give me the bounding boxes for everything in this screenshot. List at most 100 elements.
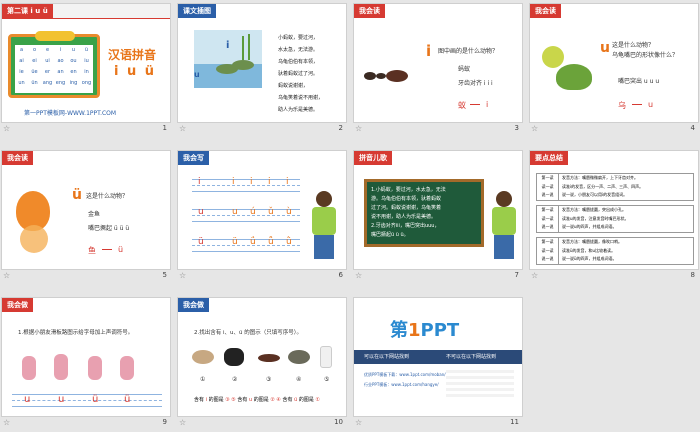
crow-icon: [224, 348, 244, 366]
slide-face: 第1PPT 可以在以下网站找到 不可以在以下网站找到 优质PPT模板下载：www…: [353, 297, 523, 417]
pair-left: 鱼: [88, 246, 96, 255]
teacher-icon: [488, 191, 520, 261]
star-icon[interactable]: ☆: [531, 124, 538, 133]
info-banner: 可以在以下网站找到 不可以在以下网站找到: [354, 350, 522, 364]
chalkboard: 1.小蚂蚁，要过河，水太急，无法 游。乌龟伯伯有本领，驮着蚂蚁 过了河。蚂蚁说谢…: [364, 179, 484, 247]
slide-tag: 我会读: [2, 151, 33, 165]
slide-8[interactable]: 要点总结 第一读 读一读 说一说 发音方法：嘴唇微微扁开，上下牙齿对齐。 读准i…: [529, 150, 699, 282]
goldfish-icon: [12, 185, 58, 255]
answer-letter: ü: [92, 394, 99, 405]
star-icon[interactable]: ☆: [3, 124, 10, 133]
slide-face: 我会读 u 这是什么动物？ 乌龟嘴巴的形状像什么？ 嘴巴突出 u u u 乌 u: [529, 3, 699, 123]
pair-right: i: [486, 100, 489, 109]
pair-right: ü: [118, 245, 124, 254]
slide-face: 第二课 i u ü aoeiuü ai ei ui ao ou iu ie üe er an en…: [1, 3, 171, 123]
link-text[interactable]: 优质PPT模板下载：www.1ppt.com/moban/: [364, 372, 446, 378]
mnemonic-text: 牙齿对齐 i i i: [458, 80, 493, 87]
slide-tag: 课文插图: [178, 4, 216, 18]
slide-face: 我会做 2.找出含有 i、u、ü 的图示（只填写序号）。 ① ② ③ ④ ⑤ 含…: [177, 297, 347, 417]
teacher-icon: [308, 191, 340, 261]
slide-1[interactable]: 第二课 i u ü aoeiuü ai ei ui ao ou iu ie üe er an en…: [1, 3, 171, 135]
ant-icon: [364, 64, 416, 86]
pair-left: 乌: [618, 101, 626, 110]
slide-tag: 我会读: [530, 4, 561, 18]
slide-tag: 我会读: [354, 4, 385, 18]
letter-u: u: [194, 70, 200, 79]
summary-block: 第一读 读一读 说一说 发音方法：嘴唇微微扁开，上下牙齿对齐。 读准i的发音，区…: [536, 173, 694, 201]
slide-tag: 我会做: [178, 298, 209, 312]
slide-face: 拼音儿歌 1.小蚂蚁，要过河，水太急，无法 游。乌龟伯伯有本领，驮着蚂蚁 过了河…: [353, 150, 523, 270]
slide-10[interactable]: 我会做 2.找出含有 i、u、ü 的图示（只填写序号）。 ① ② ③ ④ ⑤ 含…: [177, 297, 347, 429]
summary-block: 第一读 读一读 说一说 发音方法：嘴唇拢圆，突出成小孔。 读准u的发音，注意发音…: [536, 205, 694, 233]
board-text: 1.小蚂蚁，要过河，水太急，无法 游。乌龟伯伯有本领，驮着蚂蚁 过了河。蚂蚁说谢…: [371, 187, 446, 238]
chart-cells: aoeiuü ai ei ui ao ou iu ie üe er an en in un ün ang…: [18, 47, 92, 86]
turtle-icon: [542, 44, 594, 90]
poem-text: 小蚂蚁，要过河， 水太急，无法游。 乌龟伯伯有本领， 驮着蚂蚁过了河。 蚂蚁说谢…: [278, 35, 324, 113]
answer-row: 含有 i 的图是 ③ ⑤ 含有 u 的图是 ② ④ 含有 ü 的图是 ①: [194, 397, 320, 403]
slide-3[interactable]: 我会读 i 图中画的是什么动物？ 蚂蚁 牙齿对齐 i i i 蚁 i ☆ 3: [353, 3, 523, 135]
slide-face: 我会读 i 图中画的是什么动物？ 蚂蚁 牙齿对齐 i i i 蚁 i: [353, 3, 523, 123]
skater-icon: [22, 356, 36, 380]
slide-7[interactable]: 拼音儿歌 1.小蚂蚁，要过河，水太急，无法 游。乌龟伯伯有本领，驮着蚂蚁 过了河…: [353, 150, 523, 282]
star-icon[interactable]: ☆: [3, 271, 10, 280]
slide-pinyin: i u ü: [114, 64, 157, 79]
answer-letter: ü: [124, 394, 131, 405]
slide-grid: 第二课 i u ü aoeiuü ai ei ui ao ou iu ie üe er an en…: [0, 0, 700, 432]
turtle-icon: [288, 350, 310, 364]
pair-right: u: [648, 100, 654, 109]
answer-letter: u: [58, 394, 65, 405]
star-icon[interactable]: ☆: [179, 418, 186, 427]
reed-icon: [248, 34, 250, 60]
letter-i: i: [226, 40, 230, 51]
first-letter: u: [198, 207, 204, 217]
slide-11[interactable]: 第1PPT 可以在以下网站找到 不可以在以下网站找到 优质PPT模板下载：www…: [353, 297, 523, 429]
big-letter: ü: [72, 187, 82, 203]
link-list: [446, 370, 514, 398]
doctor-icon: [320, 346, 332, 368]
pair-left: 蚁: [458, 101, 466, 110]
footer-text: 第一PPT模板网-WWW.1PPT.COM: [24, 110, 117, 117]
ant-icon: [258, 354, 280, 362]
reed-icon: [242, 36, 244, 60]
brand-logo: 第1PPT: [390, 320, 460, 341]
question-text: 这是什么动物？: [86, 193, 129, 200]
mnemonic-text: 嘴巴突出 u u u: [618, 78, 660, 85]
slide-tag: 拼音儿歌: [354, 151, 392, 165]
star-icon[interactable]: ☆: [3, 418, 10, 427]
slide-face: 要点总结 第一读 读一读 说一说 发音方法：嘴唇微微扁开，上下牙齿对齐。 读准i…: [529, 150, 699, 270]
skater-icon: [88, 356, 102, 380]
slide-4[interactable]: 我会读 u 这是什么动物？ 乌龟嘴巴的形状像什么？ 嘴巴突出 u u u 乌 u…: [529, 3, 699, 135]
instruction-text: 1.根据小朋友滑板路图示给字母加上声调符号。: [18, 330, 134, 336]
link-text[interactable]: 行业PPT模板：www.1ppt.com/hangye/: [364, 382, 439, 388]
first-letter: ü: [198, 237, 204, 247]
big-letter: u: [600, 40, 610, 56]
star-icon[interactable]: ☆: [355, 418, 362, 427]
first-letter: i: [198, 177, 201, 187]
pinyin-chart: aoeiuü ai ei ui ao ou iu ie üe er an en in un ün ang…: [8, 31, 100, 98]
question-text: 这是什么动物？: [612, 42, 655, 49]
star-icon[interactable]: ☆: [531, 271, 538, 280]
summary-block: 第一读 读一读 说一说 发音方法：嘴唇拢圆，像吹口哨。 读准ü的发音，和u比较着…: [536, 237, 694, 265]
answer-text: 金鱼: [88, 211, 101, 218]
turtle-icon: [232, 60, 254, 70]
star-icon[interactable]: ☆: [179, 124, 186, 133]
slide-9[interactable]: 我会做 1.根据小朋友滑板路图示给字母加上声调符号。 u u ü ü ☆ 9: [1, 297, 171, 429]
slide-title: 汉语拼音: [108, 48, 157, 62]
slide-5[interactable]: 我会读 ü 这是什么动物？ 金鱼 嘴巴撅起 ü ü ü 鱼 ü ☆ 5: [1, 150, 171, 282]
mnemonic-text: 嘴巴撅起 ü ü ü: [88, 225, 130, 232]
question-text: 图中画的是什么动物？: [438, 48, 499, 55]
star-icon[interactable]: ☆: [355, 124, 362, 133]
slide-tag: 我会做: [2, 298, 33, 312]
instruction-text: 2.找出含有 i、u、ü 的图示（只填写序号）。: [194, 330, 302, 336]
slide-6[interactable]: 我会写 i u ü i i i i u ú ǔ ù ü ǘ ǚ ǜ ☆ 6: [177, 150, 347, 282]
slide-tag: 我会写: [178, 151, 209, 165]
star-icon[interactable]: ☆: [355, 271, 362, 280]
answer-text: 蚂蚁: [458, 66, 471, 73]
slide-2[interactable]: 课文插图 i u 小蚂蚁，要过河， 水太急，无法游。 乌龟伯伯有本领， 驮着蚂蚁…: [177, 3, 347, 135]
chart-badge: [35, 31, 75, 41]
big-letter: i: [426, 42, 432, 60]
slide-face: 我会读 ü 这是什么动物？ 金鱼 嘴巴撅起 ü ü ü 鱼 ü: [1, 150, 171, 270]
writing-grid: i u ü i i i i u ú ǔ ù ü ǘ ǚ ǜ: [192, 175, 300, 263]
star-icon[interactable]: ☆: [179, 271, 186, 280]
slide-face: 我会写 i u ü i i i i u ú ǔ ù ü ǘ ǚ ǜ: [177, 150, 347, 270]
